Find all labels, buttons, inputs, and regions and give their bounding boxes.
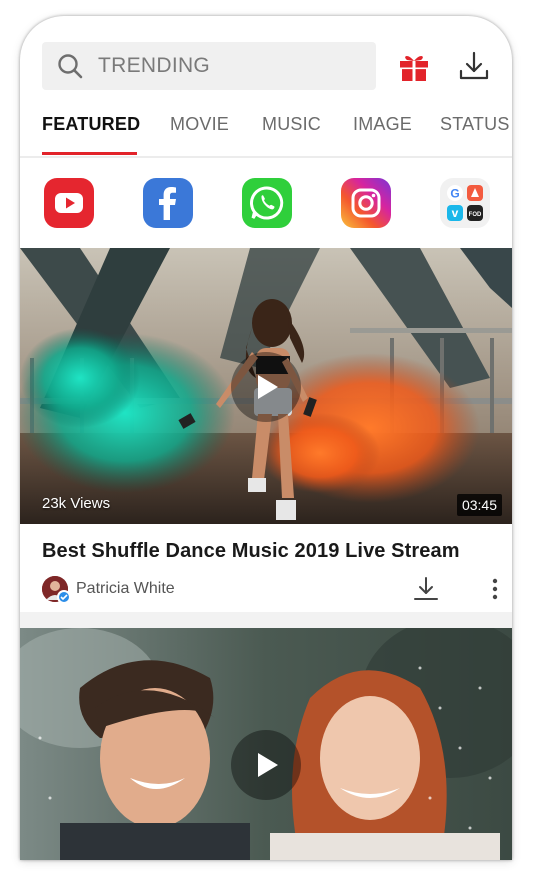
play-button[interactable] xyxy=(231,352,301,422)
tab-movie[interactable]: MOVIE xyxy=(170,114,229,135)
tab-music[interactable]: MUSIC xyxy=(262,114,321,135)
download-icon[interactable] xyxy=(458,50,490,82)
category-tabs: FEATURED MOVIE MUSIC IMAGE STATUS xyxy=(20,106,512,158)
more-apps-icon[interactable]: G v FOD xyxy=(440,178,490,228)
app-shortcuts: G v FOD xyxy=(20,178,512,228)
download-icon[interactable] xyxy=(412,575,440,603)
play-icon xyxy=(258,753,278,777)
instagram-icon[interactable] xyxy=(341,178,391,228)
svg-text:FOD: FOD xyxy=(469,212,482,218)
search-bar[interactable]: TRENDING xyxy=(42,42,376,90)
tab-featured[interactable]: FEATURED xyxy=(42,114,140,135)
video-card-thumbnail[interactable] xyxy=(20,628,512,860)
whatsapp-icon[interactable] xyxy=(242,178,292,228)
video-meta-row: Patricia White xyxy=(42,574,498,604)
svg-text:G: G xyxy=(450,187,459,201)
avatar[interactable] xyxy=(42,576,71,604)
more-options-icon[interactable] xyxy=(488,575,502,603)
facebook-icon[interactable] xyxy=(143,178,193,228)
tab-image[interactable]: IMAGE xyxy=(353,114,412,135)
svg-text:v: v xyxy=(452,206,459,220)
gift-icon[interactable] xyxy=(398,52,430,82)
tabs-divider xyxy=(20,156,512,158)
video-duration: 03:45 xyxy=(456,494,502,516)
channel-name[interactable]: Patricia White xyxy=(76,580,175,598)
play-icon xyxy=(258,375,278,399)
video-title[interactable]: Best Shuffle Dance Music 2019 Live Strea… xyxy=(42,540,460,563)
video-card-thumbnail[interactable]: 23k Views 03:45 xyxy=(20,248,512,524)
view-count: 23k Views xyxy=(42,495,111,512)
tab-status[interactable]: STATUS xyxy=(440,114,510,135)
app-screen: TRENDING FEATURED MOVIE MUSIC IMAGE STAT… xyxy=(20,16,512,860)
card-separator xyxy=(20,612,512,628)
active-tab-indicator xyxy=(42,152,137,155)
play-button[interactable] xyxy=(231,730,301,800)
verified-badge-icon xyxy=(57,590,71,604)
search-placeholder: TRENDING xyxy=(98,54,211,77)
search-icon xyxy=(58,54,83,79)
youtube-icon[interactable] xyxy=(44,178,94,228)
